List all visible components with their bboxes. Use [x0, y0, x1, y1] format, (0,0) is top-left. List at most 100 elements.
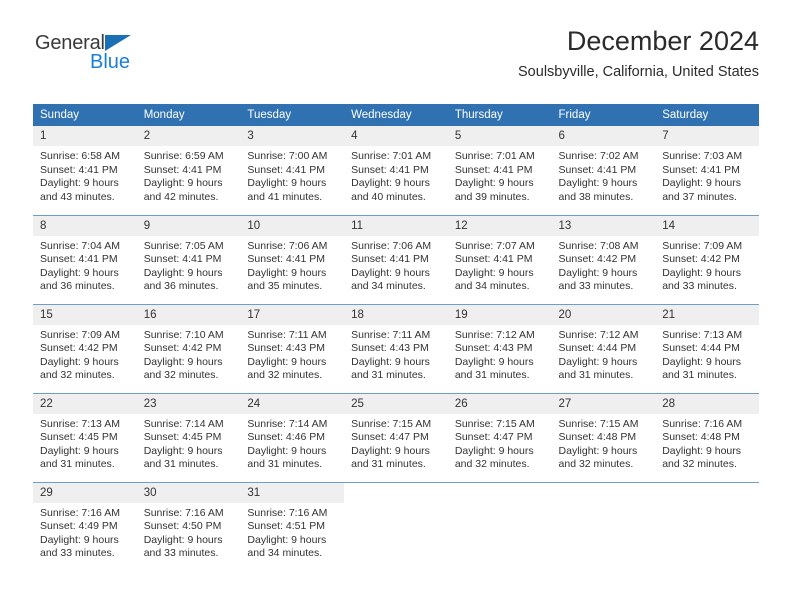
day-cell[interactable]: 13 Sunrise: 7:08 AM Sunset: 4:42 PM Dayl… — [551, 214, 656, 304]
sunset-text: Sunset: 4:41 PM — [351, 253, 429, 266]
day-cell[interactable]: 1 Sunrise: 6:58 AM Sunset: 4:41 PM Dayli… — [33, 126, 137, 215]
sunset-text: Sunset: 4:42 PM — [40, 342, 118, 355]
day-cell[interactable]: 10 Sunrise: 7:06 AM Sunset: 4:41 PM Dayl… — [240, 214, 345, 304]
day-cell[interactable]: 25 Sunrise: 7:15 AM Sunset: 4:47 PM Dayl… — [344, 392, 448, 482]
day-cell[interactable]: 30 Sunrise: 7:16 AM Sunset: 4:50 PM Dayl… — [136, 481, 241, 571]
day-details: Sunrise: 7:16 AM Sunset: 4:48 PM Dayligh… — [655, 414, 759, 472]
sunrise-text: Sunrise: 7:14 AM — [247, 417, 328, 430]
day-cell[interactable]: 16 Sunrise: 7:10 AM Sunset: 4:42 PM Dayl… — [136, 303, 241, 393]
day-cell[interactable]: 24 Sunrise: 7:14 AM Sunset: 4:46 PM Dayl… — [240, 392, 345, 482]
sunset-text: Sunset: 4:41 PM — [143, 163, 222, 176]
day-cell[interactable]: 28 Sunrise: 7:16 AM Sunset: 4:48 PM Dayl… — [655, 392, 759, 482]
sunrise-text: Sunrise: 7:16 AM — [247, 506, 328, 519]
day-details: Sunrise: 7:06 AM Sunset: 4:41 PM Dayligh… — [344, 236, 448, 294]
sunset-text: Sunset: 4:47 PM — [351, 431, 429, 444]
daylight-line-2: and 31 minutes. — [143, 458, 219, 471]
sunrise-text: Sunrise: 7:01 AM — [351, 150, 432, 162]
day-cell[interactable]: 31 Sunrise: 7:16 AM Sunset: 4:51 PM Dayl… — [240, 481, 345, 571]
day-cell-empty — [344, 481, 448, 571]
daylight-line-1: Daylight: 9 hours — [40, 444, 119, 457]
day-details: Sunrise: 7:13 AM Sunset: 4:44 PM Dayligh… — [655, 325, 759, 383]
weekday-header-wednesday: Wednesday — [344, 104, 448, 126]
day-number: 5 — [447, 126, 552, 146]
sunrise-text: Sunrise: 7:08 AM — [558, 239, 639, 252]
day-details: Sunrise: 6:58 AM Sunset: 4:41 PM Dayligh… — [33, 146, 137, 204]
daylight-line-1: Daylight: 9 hours — [558, 355, 638, 368]
day-cell[interactable]: 17 Sunrise: 7:11 AM Sunset: 4:43 PM Dayl… — [240, 303, 345, 393]
day-details: Sunrise: 7:01 AM Sunset: 4:41 PM Dayligh… — [448, 146, 552, 204]
day-cell[interactable]: 29 Sunrise: 7:16 AM Sunset: 4:49 PM Dayl… — [33, 481, 137, 571]
sunrise-text: Sunrise: 7:15 AM — [454, 417, 535, 430]
day-cell[interactable]: 18 Sunrise: 7:11 AM Sunset: 4:43 PM Dayl… — [344, 303, 448, 393]
sunrise-text: Sunrise: 7:12 AM — [558, 328, 639, 341]
daylight-line-2: and 33 minutes. — [143, 547, 219, 560]
day-number: 19 — [447, 304, 552, 325]
sunrise-text: Sunrise: 7:04 AM — [40, 239, 120, 252]
day-cell[interactable]: 15 Sunrise: 7:09 AM Sunset: 4:42 PM Dayl… — [33, 303, 137, 393]
day-details: Sunrise: 7:05 AM Sunset: 4:41 PM Dayligh… — [137, 236, 241, 294]
day-cell[interactable]: 23 Sunrise: 7:14 AM Sunset: 4:45 PM Dayl… — [136, 392, 241, 482]
sunset-text: Sunset: 4:41 PM — [143, 253, 222, 266]
day-cell[interactable]: 3 Sunrise: 7:00 AM Sunset: 4:41 PM Dayli… — [240, 126, 345, 215]
day-cell[interactable]: 2 Sunrise: 6:59 AM Sunset: 4:41 PM Dayli… — [136, 126, 241, 215]
sunset-text: Sunset: 4:41 PM — [351, 163, 429, 176]
day-details: Sunrise: 7:06 AM Sunset: 4:41 PM Dayligh… — [240, 236, 344, 294]
daylight-line-1: Daylight: 9 hours — [40, 533, 119, 546]
day-details: Sunrise: 7:12 AM Sunset: 4:43 PM Dayligh… — [448, 325, 552, 383]
day-cell[interactable]: 22 Sunrise: 7:13 AM Sunset: 4:45 PM Dayl… — [33, 392, 137, 482]
daylight-line-1: Daylight: 9 hours — [40, 355, 119, 368]
daylight-line-1: Daylight: 9 hours — [558, 177, 638, 190]
daylight-line-1: Daylight: 9 hours — [558, 444, 638, 457]
sunrise-text: Sunrise: 7:16 AM — [40, 506, 120, 519]
sunset-text: Sunset: 4:51 PM — [247, 520, 326, 533]
day-cell[interactable]: 19 Sunrise: 7:12 AM Sunset: 4:43 PM Dayl… — [447, 303, 552, 393]
daylight-line-2: and 32 minutes. — [558, 458, 634, 471]
day-number — [344, 483, 448, 503]
day-details: Sunrise: 7:16 AM Sunset: 4:51 PM Dayligh… — [240, 503, 344, 561]
day-cell[interactable]: 20 Sunrise: 7:12 AM Sunset: 4:44 PM Dayl… — [551, 303, 656, 393]
weekday-header-sunday: Sunday — [33, 104, 137, 126]
day-cell[interactable]: 12 Sunrise: 7:07 AM Sunset: 4:41 PM Dayl… — [447, 214, 552, 304]
sunset-text: Sunset: 4:41 PM — [247, 253, 326, 266]
day-number: 21 — [655, 304, 759, 325]
sunset-text: Sunset: 4:42 PM — [558, 253, 637, 266]
day-number — [552, 483, 656, 503]
day-cell[interactable]: 11 Sunrise: 7:06 AM Sunset: 4:41 PM Dayl… — [344, 214, 448, 304]
day-cell[interactable]: 27 Sunrise: 7:15 AM Sunset: 4:48 PM Dayl… — [551, 392, 656, 482]
general-blue-logo[interactable]: General Blue — [33, 32, 233, 82]
day-details: Sunrise: 7:09 AM Sunset: 4:42 PM Dayligh… — [655, 236, 759, 294]
day-cell[interactable]: 7 Sunrise: 7:03 AM Sunset: 4:41 PM Dayli… — [655, 126, 759, 215]
daylight-line-2: and 43 minutes. — [40, 190, 115, 203]
day-details: Sunrise: 7:10 AM Sunset: 4:42 PM Dayligh… — [137, 325, 241, 383]
day-number: 13 — [551, 215, 656, 236]
day-cell[interactable]: 4 Sunrise: 7:01 AM Sunset: 4:41 PM Dayli… — [344, 126, 448, 215]
day-number: 10 — [240, 215, 345, 236]
day-number: 12 — [447, 215, 552, 236]
day-cell[interactable]: 14 Sunrise: 7:09 AM Sunset: 4:42 PM Dayl… — [655, 214, 759, 304]
sunset-text: Sunset: 4:48 PM — [558, 431, 637, 444]
sunrise-text: Sunrise: 7:10 AM — [143, 328, 224, 341]
sunrise-text: Sunrise: 7:16 AM — [143, 506, 224, 519]
day-cell-empty — [447, 481, 552, 571]
sunset-text: Sunset: 4:44 PM — [662, 342, 740, 355]
day-cell[interactable]: 21 Sunrise: 7:13 AM Sunset: 4:44 PM Dayl… — [655, 303, 759, 393]
daylight-line-2: and 41 minutes. — [247, 190, 323, 203]
daylight-line-2: and 37 minutes. — [662, 190, 737, 203]
daylight-line-2: and 31 minutes. — [351, 369, 426, 382]
daylight-line-1: Daylight: 9 hours — [662, 266, 742, 279]
weekday-header-tuesday: Tuesday — [240, 104, 345, 126]
day-cell[interactable]: 6 Sunrise: 7:02 AM Sunset: 4:41 PM Dayli… — [551, 126, 656, 215]
sunrise-text: Sunrise: 7:13 AM — [40, 417, 120, 430]
daylight-line-1: Daylight: 9 hours — [143, 177, 223, 190]
sunset-text: Sunset: 4:41 PM — [662, 163, 740, 176]
calendar-week-row: 8 Sunrise: 7:04 AM Sunset: 4:41 PM Dayli… — [33, 214, 759, 304]
day-cell[interactable]: 9 Sunrise: 7:05 AM Sunset: 4:41 PM Dayli… — [136, 214, 241, 304]
day-cell[interactable]: 26 Sunrise: 7:15 AM Sunset: 4:47 PM Dayl… — [447, 392, 552, 482]
sunset-text: Sunset: 4:41 PM — [40, 163, 118, 176]
day-cell[interactable]: 8 Sunrise: 7:04 AM Sunset: 4:41 PM Dayli… — [33, 214, 137, 304]
weekday-header-monday: Monday — [136, 104, 241, 126]
day-cell[interactable]: 5 Sunrise: 7:01 AM Sunset: 4:41 PM Dayli… — [447, 126, 552, 215]
day-number: 31 — [240, 482, 345, 503]
daylight-line-1: Daylight: 9 hours — [351, 177, 430, 190]
sunset-text: Sunset: 4:41 PM — [558, 163, 637, 176]
